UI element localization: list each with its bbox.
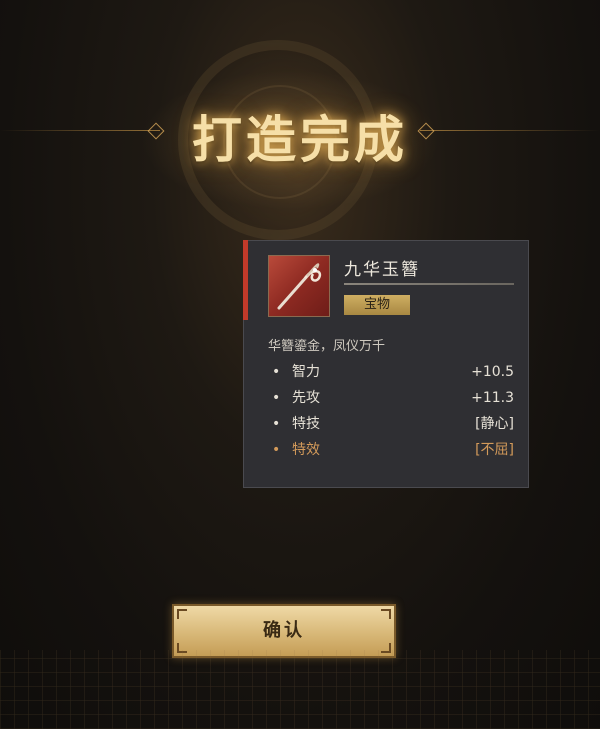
stat-row-special-effect: • 特效 [不屈] — [268, 439, 514, 461]
page-title: 打造完成 — [192, 110, 408, 169]
item-name: 九华玉簪 — [344, 260, 420, 280]
stat-row-intelligence: • 智力 +10.5 — [268, 361, 514, 383]
floor-pattern-background — [0, 650, 600, 729]
stat-name: 特效 — [292, 442, 320, 458]
stat-name: 先攻 — [292, 390, 320, 406]
stat-row-skill: • 特技 [静心] — [268, 413, 514, 435]
item-name-divider — [344, 283, 514, 285]
stat-value: +11.3 — [471, 390, 514, 406]
card-accent-bar — [243, 240, 248, 320]
title-divider-left — [0, 130, 160, 131]
bullet-icon: • — [272, 364, 281, 380]
rarity-badge: 宝物 — [344, 295, 410, 315]
item-description: 华簪鎏金，凤仪万千 — [268, 339, 386, 354]
bullet-icon: • — [272, 390, 281, 406]
stat-value: [静心] — [475, 416, 514, 432]
bullet-icon: • — [272, 442, 281, 458]
stat-name: 特技 — [292, 416, 320, 432]
item-detail-card: 九华玉簪 宝物 华簪鎏金，凤仪万千 • 智力 +10.5 • 先攻 +11.3 … — [243, 240, 529, 488]
stat-value: [不屈] — [475, 442, 514, 458]
confirm-button-label: 确认 — [263, 620, 305, 641]
stat-value: +10.5 — [471, 364, 514, 380]
stat-row-initiative: • 先攻 +11.3 — [268, 387, 514, 409]
hairpin-icon — [268, 255, 330, 317]
stat-name: 智力 — [292, 364, 320, 380]
bullet-icon: • — [272, 416, 281, 432]
